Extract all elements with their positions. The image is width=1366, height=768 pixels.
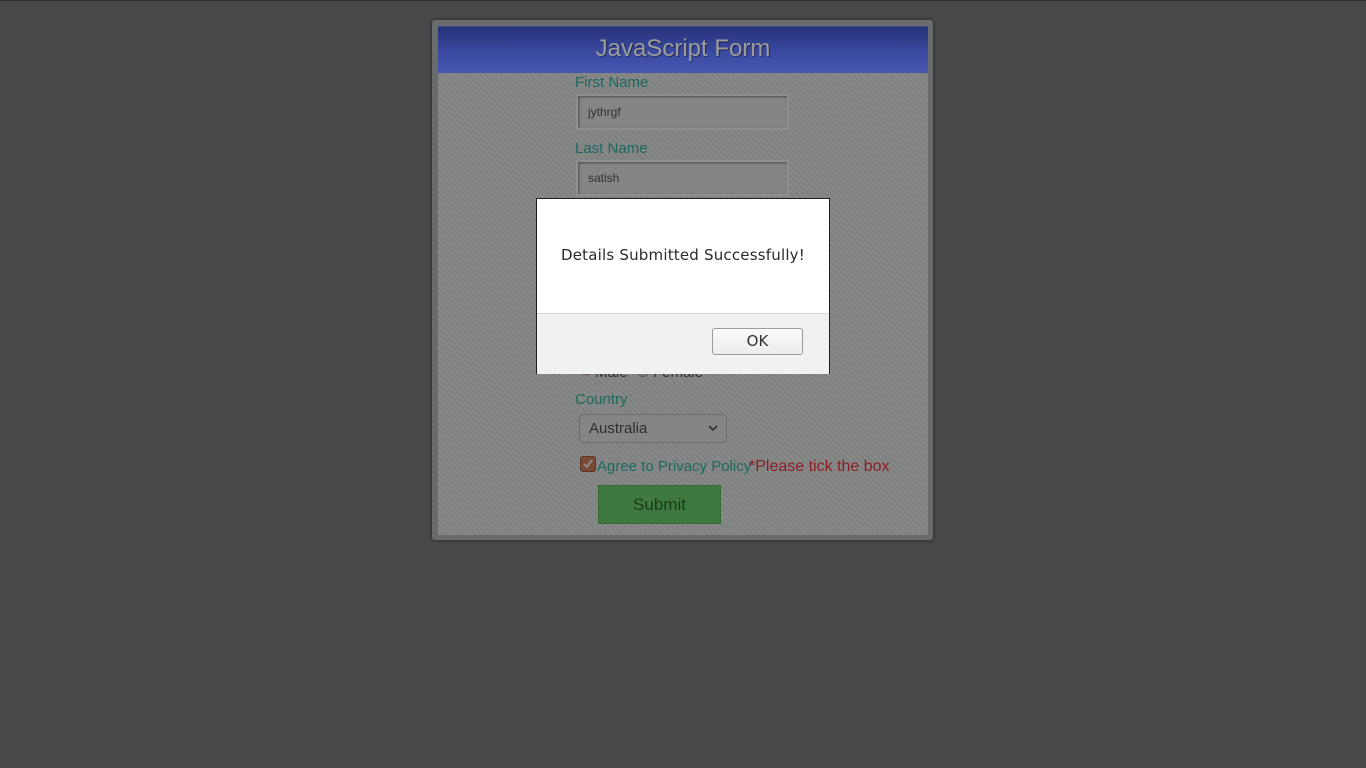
alert-footer: OK xyxy=(537,313,829,374)
alert-message: Details Submitted Successfully! xyxy=(561,246,805,264)
country-select[interactable]: Australia xyxy=(579,414,727,443)
ok-button[interactable]: OK xyxy=(712,328,803,355)
first-name-label: First Name xyxy=(575,74,649,91)
submit-button[interactable]: Submit xyxy=(598,485,721,524)
chevron-down-icon xyxy=(708,425,718,432)
alert-dialog: Details Submitted Successfully! OK xyxy=(536,198,830,374)
privacy-error-message: *Please tick the box xyxy=(749,458,890,475)
privacy-checkbox[interactable] xyxy=(580,456,596,472)
form-header: JavaScript Form xyxy=(438,26,928,73)
last-name-label: Last Name xyxy=(575,140,648,157)
last-name-input[interactable]: satish xyxy=(576,160,789,196)
checkmark-icon xyxy=(583,459,593,469)
first-name-input[interactable]: jythrgf xyxy=(576,94,789,130)
country-selected-value: Australia xyxy=(589,420,648,437)
country-label: Country xyxy=(575,391,628,408)
privacy-policy-link[interactable]: Agree to Privacy Policy xyxy=(597,458,751,475)
browser-top-edge xyxy=(0,0,1366,1)
form-title: JavaScript Form xyxy=(595,35,771,62)
